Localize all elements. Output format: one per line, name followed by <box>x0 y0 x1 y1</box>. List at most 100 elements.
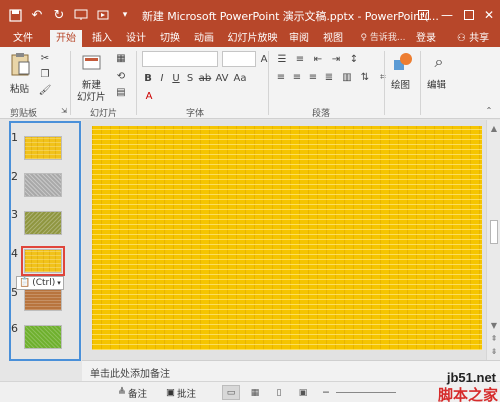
reading-view-button[interactable]: ▯ <box>270 385 288 400</box>
paste-button[interactable]: 粘贴 <box>6 51 34 101</box>
zoom-out-button[interactable]: − <box>322 385 330 400</box>
font-underline-icon[interactable]: U <box>170 71 182 85</box>
slide-sorter-button[interactable]: ▦ <box>246 385 264 400</box>
font-shadow-icon[interactable]: S <box>184 71 196 85</box>
notes-button[interactable]: ≜ 备注 <box>118 385 147 400</box>
align-left-icon[interactable]: ≡ <box>274 71 288 83</box>
tab-review[interactable]: 审阅 <box>285 30 313 47</box>
tab-transitions[interactable]: 切换 <box>156 30 184 47</box>
slide-thumbnail-5[interactable] <box>24 287 62 311</box>
tab-home[interactable]: 开始 <box>50 30 82 47</box>
align-right-icon[interactable]: ≡ <box>306 71 320 83</box>
slideshow-icon[interactable] <box>92 4 114 26</box>
clipboard-icon <box>8 51 32 77</box>
save-icon[interactable] <box>4 4 26 26</box>
notes-icon: ≜ <box>118 387 126 398</box>
paste-options-button[interactable]: 📋 (Ctrl) ▾ <box>16 276 64 290</box>
slide-thumbnail-1[interactable] <box>24 136 62 160</box>
paste-options-label: (Ctrl) <box>32 278 56 288</box>
justify-icon[interactable]: ≣ <box>322 71 336 83</box>
share-button[interactable]: ⚇ 共享 <box>448 30 498 47</box>
text-direction-icon[interactable]: ⇅ <box>358 71 372 83</box>
divider <box>420 51 421 115</box>
divider <box>136 51 137 115</box>
group-label-paragraph: 段落 <box>312 109 331 119</box>
slide-thumbnail-4[interactable] <box>21 246 65 276</box>
section-icon[interactable]: ▤ <box>112 85 130 99</box>
current-slide[interactable] <box>92 126 482 350</box>
columns-icon[interactable]: ▥ <box>340 71 354 83</box>
scrollbar-thumb[interactable] <box>490 220 498 244</box>
ribbon: 粘贴 ✂ ❐ 🖌 剪贴板 ⇲ 新建 幻灯片 ▦ ⟲ ▤ 幻灯片 A B I U … <box>0 47 500 119</box>
slide-thumbnail-2[interactable] <box>24 173 62 197</box>
new-slide-icon <box>82 51 102 75</box>
new-slide-button[interactable]: 新建 幻灯片 <box>74 51 110 103</box>
undo-icon[interactable]: ↶ <box>26 4 48 26</box>
comment-icon: ▣ <box>166 387 175 398</box>
copy-icon[interactable]: ❐ <box>38 67 52 81</box>
user-icon: ⚇ <box>456 33 466 44</box>
collapse-ribbon-icon[interactable]: ⌃ <box>484 105 494 115</box>
maximize-icon[interactable] <box>458 0 480 30</box>
drawing-button[interactable]: 绘图 <box>388 51 416 101</box>
slide-thumbnail-3[interactable] <box>24 211 62 235</box>
notes-button-label: 备注 <box>127 388 147 400</box>
tab-insert[interactable]: 插入 <box>88 30 116 47</box>
redo-icon[interactable]: ↻ <box>48 4 70 26</box>
window-title: 新建 Microsoft PowerPoint 演示文稿.pptx - Powe… <box>142 10 439 23</box>
normal-view-button[interactable]: ▭ <box>222 385 240 400</box>
tab-file[interactable]: 文件 <box>6 30 40 47</box>
slideshow-view-button[interactable]: ▣ <box>294 385 312 400</box>
divider <box>268 51 269 115</box>
vertical-scrollbar[interactable]: ▲ ▼ ⇞ ⇟ <box>486 120 500 360</box>
comments-button[interactable]: ▣ 批注 <box>166 385 196 400</box>
comments-button-label: 批注 <box>176 388 196 400</box>
tab-view[interactable]: 视图 <box>319 30 347 47</box>
next-slide-icon[interactable]: ⇟ <box>489 346 499 356</box>
customize-qat-icon[interactable]: ▾ <box>114 4 136 26</box>
align-center-icon[interactable]: ≡ <box>290 71 304 83</box>
editing-button[interactable]: ⌕ 编辑 <box>424 51 452 101</box>
scroll-down-icon[interactable]: ▼ <box>489 320 499 330</box>
font-strike-icon[interactable]: ab <box>198 71 212 85</box>
tab-slideshow[interactable]: 幻灯片放映 <box>225 30 280 47</box>
font-italic-icon[interactable]: I <box>156 71 168 85</box>
slide-thumbnail-6[interactable] <box>24 325 62 349</box>
format-painter-icon[interactable]: 🖌 <box>38 83 52 97</box>
drawing-label: 绘图 <box>391 80 411 91</box>
login-link[interactable]: 登录 <box>414 30 438 47</box>
divider <box>384 51 385 115</box>
decrease-indent-icon[interactable]: ⇤ <box>310 53 326 65</box>
minimize-icon[interactable]: — <box>436 0 458 30</box>
tab-design[interactable]: 设计 <box>122 30 150 47</box>
font-size-select[interactable] <box>222 51 256 67</box>
change-case-icon[interactable]: Aa <box>232 71 248 85</box>
char-spacing-icon[interactable]: AV <box>214 71 230 85</box>
reset-icon[interactable]: ⟲ <box>112 69 130 83</box>
numbering-icon[interactable]: ≡ <box>292 53 308 65</box>
previous-slide-icon[interactable]: ⇞ <box>489 333 499 343</box>
bullets-icon[interactable]: ☰ <box>274 53 290 65</box>
close-icon[interactable]: ✕ <box>478 0 500 30</box>
slide-number-4: 4 <box>11 247 18 260</box>
divider <box>70 51 71 115</box>
clipboard-launcher-icon[interactable]: ⇲ <box>60 107 68 115</box>
normal-view-icon: ▭ <box>226 387 236 398</box>
ribbon-display-options-icon[interactable] <box>412 0 434 30</box>
font-color-icon[interactable]: A <box>142 89 156 103</box>
increase-indent-icon[interactable]: ⇥ <box>328 53 344 65</box>
paste-label: 粘贴 <box>10 84 30 95</box>
from-beginning-icon[interactable] <box>70 4 92 26</box>
tell-me-box[interactable]: ♀ 告诉我... <box>355 30 411 47</box>
tab-animations[interactable]: 动画 <box>190 30 218 47</box>
slide-number-3: 3 <box>11 208 18 221</box>
slide-sorter-icon: ▦ <box>250 387 260 398</box>
font-name-select[interactable] <box>142 51 218 67</box>
notes-placeholder: 单击此处添加备注 <box>90 369 170 380</box>
font-bold-icon[interactable]: B <box>142 71 154 85</box>
cut-icon[interactable]: ✂ <box>38 51 52 65</box>
scroll-up-icon[interactable]: ▲ <box>489 123 499 133</box>
line-spacing-icon[interactable]: ↕ <box>346 53 362 65</box>
layout-icon[interactable]: ▦ <box>112 51 130 65</box>
zoom-slider[interactable] <box>336 392 396 393</box>
